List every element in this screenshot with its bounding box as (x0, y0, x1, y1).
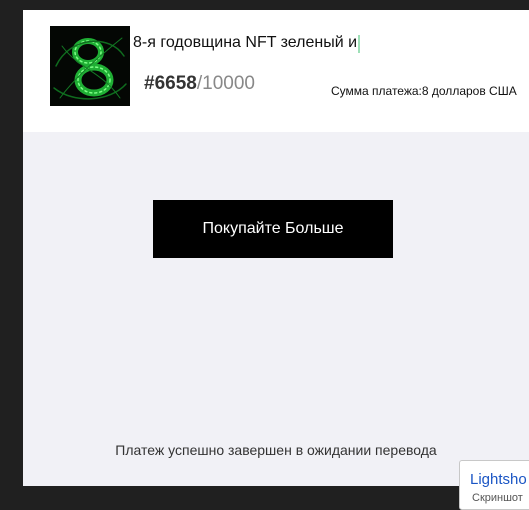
nft-edition-total: /10000 (196, 73, 255, 94)
nft-title: 8-я годовщина NFT зеленый и (133, 34, 358, 51)
nft-thumbnail (50, 26, 130, 106)
buy-more-button[interactable]: Покупайте Больше (153, 200, 393, 258)
payment-status-message: Платеж успешно завершен в ожидании перев… (115, 442, 437, 458)
payment-amount-label: Сумма платежа: (331, 84, 422, 98)
green-eight-nft-image (50, 26, 130, 106)
lightshot-tooltip-subtitle: Скриншот (472, 492, 523, 504)
payment-amount: Сумма платежа:8 долларов США (331, 84, 517, 98)
payment-panel: 8-я годовщина NFT зеленый и #6658/10000 … (23, 10, 529, 486)
lightshot-tooltip: Lightsho Скриншот (459, 460, 529, 510)
nft-edition-current: #6658 (144, 73, 197, 94)
nft-edition-number: #6658/10000 (144, 73, 255, 95)
nft-summary-header: 8-я годовщина NFT зеленый и #6658/10000 … (23, 10, 529, 132)
payment-amount-value: 8 долларов США (421, 84, 517, 98)
text-cursor (358, 35, 360, 53)
lightshot-tooltip-title: Lightsho (470, 471, 527, 488)
